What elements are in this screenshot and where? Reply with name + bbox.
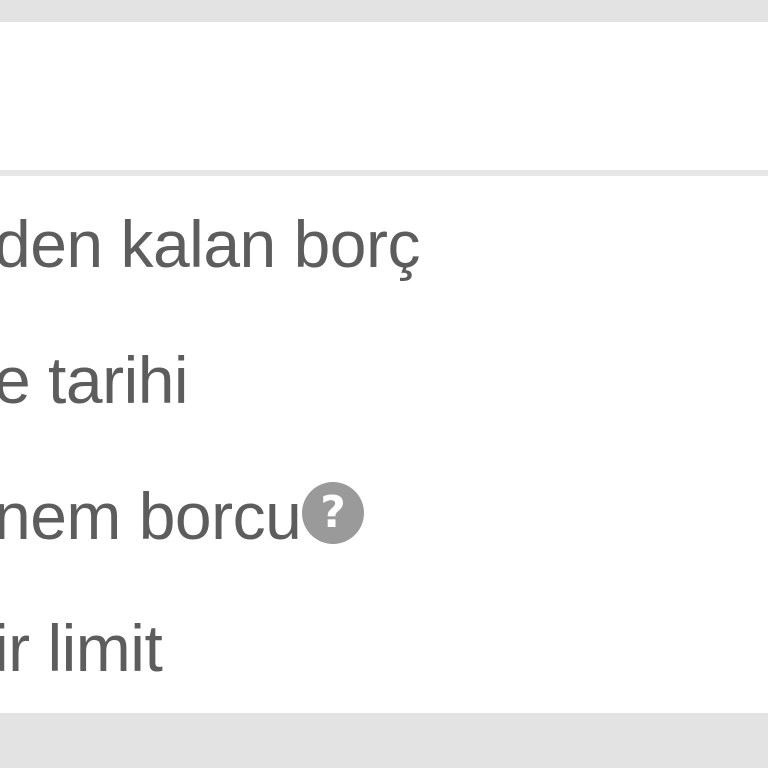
header-card (0, 22, 768, 170)
list-item-limit[interactable]: ir limit (0, 580, 768, 712)
list-item-period-debt[interactable]: nem borcu (0, 448, 768, 580)
question-circle-icon[interactable]: ? (302, 482, 364, 544)
row-label-remaining-debt: den kalan borç (0, 207, 420, 281)
list-item-due-date[interactable]: e tarihi (0, 312, 768, 444)
row-label-due-date: e tarihi (0, 343, 189, 417)
bottom-gray-strip (0, 713, 768, 768)
row-label-period-debt: nem borcu (0, 479, 302, 553)
row-label-limit: ir limit (0, 611, 163, 685)
top-gray-strip (0, 0, 768, 22)
list-item-remaining-debt[interactable]: den kalan borç (0, 176, 768, 308)
